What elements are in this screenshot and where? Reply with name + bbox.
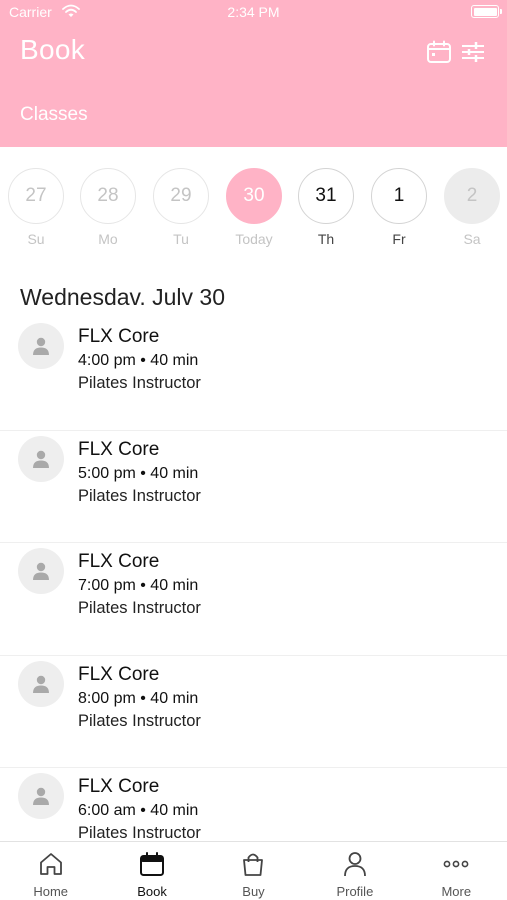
section-subtitle: Classes: [20, 104, 88, 125]
day-monday[interactable]: 28 Mo: [80, 168, 136, 247]
class-list[interactable]: FLX Core 4:00 pm • 40 min Pilates Instru…: [0, 318, 507, 841]
page-title: Book: [20, 34, 86, 65]
day-number: 1: [371, 168, 427, 224]
tab-label: Book: [137, 884, 167, 899]
home-icon: [39, 853, 62, 875]
class-list-item[interactable]: FLX Core 4:00 pm • 40 min Pilates Instru…: [0, 318, 507, 431]
person-placeholder-icon: [33, 675, 49, 693]
shopping-bag-icon: [243, 853, 264, 876]
class-time: 6:00 am • 40 min: [78, 802, 199, 819]
day-number: 30: [226, 168, 282, 224]
class-list-item[interactable]: FLX Core 8:00 pm • 40 min Pilates Instru…: [0, 656, 507, 768]
battery-icon: [471, 5, 502, 18]
class-name: FLX Core: [78, 438, 160, 460]
class-name: FLX Core: [78, 663, 160, 685]
class-name: FLX Core: [78, 551, 160, 572]
person-placeholder-icon: [33, 562, 49, 580]
day-label: Today: [235, 231, 273, 247]
more-dots-icon: [443, 860, 469, 868]
calendar-icon: [140, 852, 165, 876]
person-icon: [343, 852, 366, 877]
class-instructor: Pilates Instructor: [78, 486, 201, 505]
tab-label: Buy: [242, 884, 265, 899]
day-saturday[interactable]: 2 Sa: [444, 168, 500, 247]
class-instructor: Pilates Instructor: [78, 374, 201, 392]
class-time: 7:00 pm • 40 min: [78, 577, 199, 594]
day-number: 28: [80, 168, 136, 224]
app-header: Carrier 2:34 PM Book Classes: [0, 0, 507, 147]
class-instructor: Pilates Instructor: [78, 711, 201, 730]
filter-icon[interactable]: [460, 40, 486, 64]
date-heading: Wednesdav. Julv 30: [20, 284, 225, 310]
class-name: FLX Core: [78, 776, 160, 797]
class-instructor: Pilates Instructor: [78, 599, 201, 617]
day-strip: 27 Su 28 Mo 29 Tu 30 Today 31 Th 1 Fr 2 …: [0, 168, 507, 252]
day-label: Su: [27, 231, 45, 247]
class-time: 4:00 pm • 40 min: [78, 352, 199, 369]
day-sunday[interactable]: 27 Su: [8, 168, 64, 247]
class-list-item[interactable]: FLX Core 5:00 pm • 40 min Pilates Instru…: [0, 431, 507, 543]
day-number: 27: [8, 168, 64, 224]
class-list-item[interactable]: FLX Core 6:00 am • 40 min Pilates Instru…: [0, 768, 507, 841]
day-label: Mo: [98, 231, 118, 247]
tab-label: More: [441, 884, 472, 899]
day-thursday[interactable]: 31 Th: [298, 168, 354, 247]
class-list-item[interactable]: FLX Core 7:00 pm • 40 min Pilates Instru…: [0, 543, 507, 656]
instructor-avatar: [18, 548, 64, 594]
tab-label: Profile: [336, 884, 374, 899]
class-time: 5:00 pm • 40 min: [78, 464, 199, 482]
status-bar: Carrier 2:34 PM: [0, 0, 507, 24]
day-label: Tu: [173, 231, 189, 247]
person-placeholder-icon: [33, 450, 49, 468]
person-placeholder-icon: [33, 787, 49, 805]
class-instructor: Pilates Instructor: [78, 824, 201, 841]
carrier-label: Carrier: [9, 4, 52, 20]
tab-label: Home: [33, 884, 69, 899]
day-number: 29: [153, 168, 209, 224]
day-label: Th: [317, 231, 335, 247]
instructor-avatar: [18, 435, 64, 482]
instructor-avatar: [18, 773, 64, 819]
tab-bar: Home Book Buy Profile More: [0, 841, 507, 900]
day-number: 2: [444, 168, 500, 224]
day-tuesday[interactable]: 29 Tu: [153, 168, 209, 247]
wifi-icon: [62, 4, 80, 17]
calendar-icon[interactable]: [426, 40, 452, 64]
day-today[interactable]: 30 Today: [226, 168, 282, 247]
day-label: Fr: [392, 231, 406, 247]
class-time: 8:00 pm • 40 min: [78, 689, 199, 707]
day-number: 31: [298, 168, 354, 224]
person-placeholder-icon: [33, 337, 49, 355]
instructor-avatar: [18, 660, 64, 707]
tab-book[interactable]: Book: [101, 842, 202, 900]
day-label: Sa: [463, 231, 481, 247]
tab-buy[interactable]: Buy: [203, 842, 304, 900]
day-friday[interactable]: 1 Fr: [371, 168, 427, 247]
instructor-avatar: [18, 323, 64, 369]
tab-home[interactable]: Home: [0, 842, 101, 900]
tab-profile[interactable]: Profile: [304, 842, 405, 900]
tab-more[interactable]: More: [406, 842, 507, 900]
class-name: FLX Core: [78, 326, 160, 347]
